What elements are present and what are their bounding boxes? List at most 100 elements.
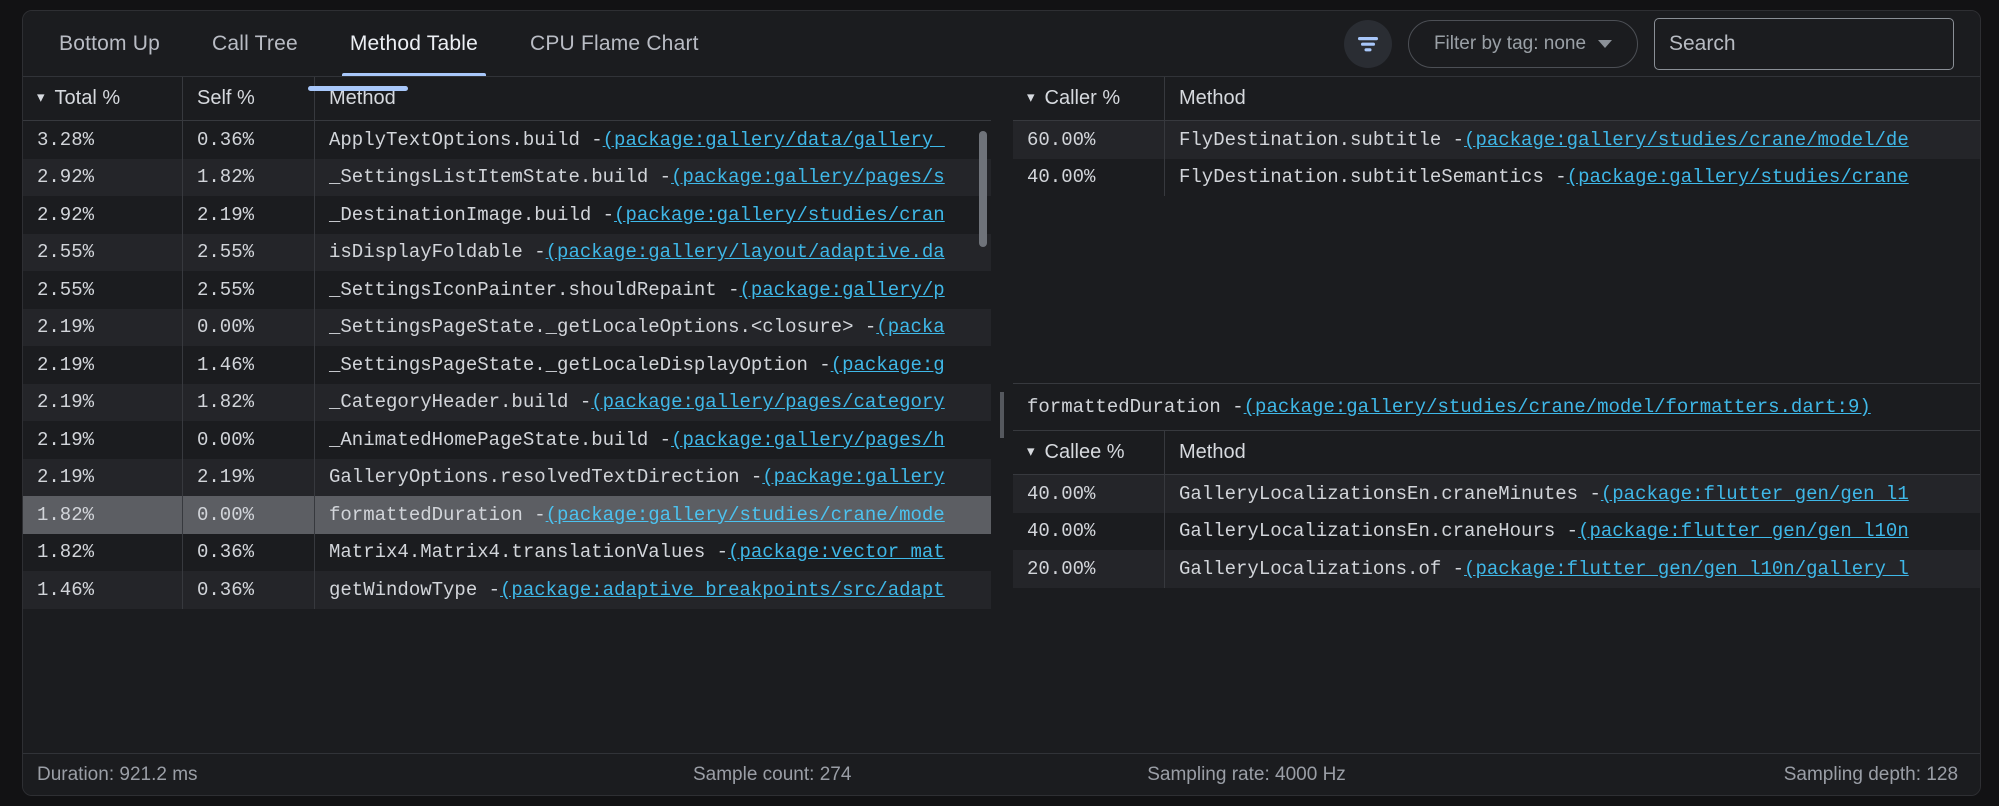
source-link[interactable]: (package:g	[831, 354, 945, 376]
method-name: GalleryLocalizationsEn.craneHours -	[1179, 520, 1579, 543]
cell-total-pct: 2.19%	[23, 346, 183, 384]
table-row[interactable]: 2.19% 1.46% _SettingsPageState._getLocal…	[23, 346, 991, 384]
table-row[interactable]: 2.92% 1.82% _SettingsListItemState.build…	[23, 158, 991, 196]
source-link[interactable]: (package:gallery/studies/crane/model/de	[1464, 129, 1909, 151]
column-header-total-pct[interactable]: ▾ Total %	[23, 77, 183, 120]
search-input[interactable]	[1654, 17, 1954, 70]
scrollbar-thumb[interactable]	[979, 131, 987, 247]
filter-button[interactable]	[1344, 19, 1392, 68]
method-name: ApplyTextOptions.build -	[329, 128, 603, 151]
source-link[interactable]: (package:gallery/data/gallery_	[603, 129, 945, 151]
content-split: ▾ Total % Self % Method 3.28% 0.36% Appl…	[23, 76, 1980, 753]
table-row[interactable]: 3.28% 0.36% ApplyTextOptions.build - (pa…	[23, 121, 991, 159]
cell-method: _CategoryHeader.build - (package:gallery…	[315, 384, 991, 422]
cell-self-pct: 0.36%	[183, 533, 315, 571]
cell-self-pct: 2.19%	[183, 196, 315, 234]
table-row[interactable]: 40.00% FlyDestination.subtitleSemantics …	[1013, 158, 1980, 196]
table-row[interactable]: 1.82% 0.36% Matrix4.Matrix4.translationV…	[23, 533, 991, 571]
column-header-method[interactable]: Method	[315, 77, 991, 120]
cell-callee-pct: 20.00%	[1013, 550, 1165, 588]
method-name: _SettingsPageState._getLocaleDisplayOpti…	[329, 353, 831, 376]
table-row[interactable]: 60.00% FlyDestination.subtitle - (packag…	[1013, 121, 1980, 159]
status-bar: Duration: 921.2 ms Sample count: 274 Sam…	[23, 753, 1980, 795]
cell-caller-pct: 60.00%	[1013, 121, 1165, 159]
column-header-callee-pct[interactable]: ▾ Callee %	[1013, 431, 1165, 474]
cell-self-pct: 1.82%	[183, 158, 315, 196]
table-row[interactable]: 2.19% 0.00% _SettingsPageState._getLocal…	[23, 308, 991, 346]
tab-bottom-up[interactable]: Bottom Up	[33, 11, 186, 76]
cell-method: isDisplayFoldable - (package:gallery/lay…	[315, 234, 991, 272]
column-header-self-pct[interactable]: Self %	[183, 77, 315, 120]
column-header-label: Method	[1179, 441, 1246, 463]
callee-table-body: 40.00% GalleryLocalizationsEn.craneMinut…	[1013, 475, 1980, 588]
tab-method-table[interactable]: Method Table	[324, 11, 504, 76]
column-header-caller-pct[interactable]: ▾ Caller %	[1013, 77, 1165, 120]
caller-table-body: 60.00% FlyDestination.subtitle - (packag…	[1013, 121, 1980, 196]
source-link[interactable]: (package:gallery/studies/crane/mode	[546, 504, 945, 526]
cell-total-pct: 2.92%	[23, 196, 183, 234]
source-link[interactable]: (package:gallery/pages/s	[671, 166, 945, 188]
source-link[interactable]: (package:gallery	[762, 466, 944, 488]
cell-method: FlyDestination.subtitle - (package:galle…	[1165, 121, 1980, 159]
cell-method: getWindowType - (package:adaptive_breakp…	[315, 571, 991, 609]
tab-label: CPU Flame Chart	[529, 31, 699, 55]
method-name: GalleryLocalizationsEn.craneMinutes -	[1179, 482, 1601, 505]
source-link[interactable]: (package:flutter_gen/gen_l1	[1601, 483, 1909, 505]
chevron-down-icon	[1598, 39, 1613, 48]
cell-method: ApplyTextOptions.build - (package:galler…	[315, 121, 991, 159]
source-link[interactable]: (package:flutter_gen/gen_l10n/gallery_l	[1464, 558, 1909, 580]
source-link[interactable]: (package:adaptive_breakpoints/src/adapt	[500, 579, 945, 601]
cell-self-pct: 2.19%	[183, 458, 315, 496]
source-link[interactable]: (package:gallery/studies/cran	[614, 204, 945, 226]
table-row-selected[interactable]: 1.82% 0.00% formattedDuration - (package…	[23, 496, 991, 534]
tab-bar: Bottom Up Call Tree Method Table CPU Fla…	[33, 11, 725, 76]
method-name: FlyDestination.subtitleSemantics -	[1179, 166, 1567, 189]
cell-callee-pct: 40.00%	[1013, 475, 1165, 513]
table-row[interactable]: 2.19% 0.00% _AnimatedHomePageState.build…	[23, 421, 991, 459]
table-row[interactable]: 20.00% GalleryLocalizations.of - (packag…	[1013, 550, 1980, 588]
source-link[interactable]: (package:flutter_gen/gen_l10n	[1578, 520, 1909, 542]
column-header-method[interactable]: Method	[1165, 77, 1980, 120]
tag-filter-dropdown[interactable]: Filter by tag: none	[1408, 19, 1638, 68]
method-name: Matrix4.Matrix4.translationValues -	[329, 541, 729, 564]
cell-self-pct: 2.55%	[183, 233, 315, 271]
table-row[interactable]: 40.00% GalleryLocalizationsEn.craneHours…	[1013, 512, 1980, 550]
source-link[interactable]: (packa	[876, 316, 944, 338]
cell-self-pct: 0.36%	[183, 121, 315, 159]
column-header-label: Callee %	[1044, 441, 1125, 463]
source-link[interactable]: (package:gallery/layout/adaptive.da	[546, 241, 945, 263]
chevron-down-icon: ▾	[1027, 89, 1035, 106]
source-link[interactable]: (package:gallery/pages/h	[671, 429, 945, 451]
table-row[interactable]: 2.19% 1.82% _CategoryHeader.build - (pac…	[23, 383, 991, 422]
method-name: _CategoryHeader.build -	[329, 391, 592, 414]
selected-method-link[interactable]: (package:gallery/studies/crane/model/for…	[1244, 396, 1871, 418]
cell-total-pct: 2.55%	[23, 271, 183, 309]
method-name: GalleryLocalizations.of -	[1179, 557, 1465, 580]
source-link[interactable]: (package:gallery/studies/crane	[1567, 166, 1909, 188]
caller-table-header: ▾ Caller % Method	[1013, 77, 1980, 121]
tab-call-tree[interactable]: Call Tree	[186, 11, 324, 76]
callee-section: ▾ Callee % Method 40.00% GalleryLocaliza…	[1013, 431, 1980, 753]
method-table-scrollbar[interactable]	[979, 123, 987, 753]
tab-label: Method Table	[349, 31, 478, 55]
column-header-method[interactable]: Method	[1165, 431, 1980, 474]
source-link[interactable]: (package:gallery/p	[739, 279, 944, 301]
filter-icon	[1358, 36, 1378, 51]
tab-cpu-flame-chart[interactable]: CPU Flame Chart	[504, 11, 725, 76]
column-header-label: Total %	[54, 87, 121, 109]
table-row[interactable]: 2.55% 2.55% _SettingsIconPainter.shouldR…	[23, 271, 991, 309]
cell-self-pct: 0.00%	[183, 308, 315, 346]
source-link[interactable]: (package:gallery/pages/category	[591, 391, 944, 413]
table-row[interactable]: 2.19% 2.19% GalleryOptions.resolvedTextD…	[23, 458, 991, 496]
profiler-panel: Bottom Up Call Tree Method Table CPU Fla…	[22, 10, 1981, 796]
cell-total-pct: 2.55%	[23, 233, 183, 271]
table-row[interactable]: 1.46% 0.36% getWindowType - (package:ada…	[23, 571, 991, 609]
table-row[interactable]: 40.00% GalleryLocalizationsEn.craneMinut…	[1013, 475, 1980, 513]
pane-splitter[interactable]	[991, 76, 1013, 753]
caller-section: ▾ Caller % Method 60.00% FlyDestination.…	[1013, 77, 1980, 383]
table-row[interactable]: 2.92% 2.19% _DestinationImage.build - (p…	[23, 196, 991, 234]
source-link[interactable]: (package:vector_mat	[728, 541, 945, 563]
toolbar-actions: Filter by tag: none	[1344, 17, 1980, 70]
method-name: isDisplayFoldable -	[329, 241, 546, 264]
table-row[interactable]: 2.55% 2.55% isDisplayFoldable - (package…	[23, 233, 991, 272]
